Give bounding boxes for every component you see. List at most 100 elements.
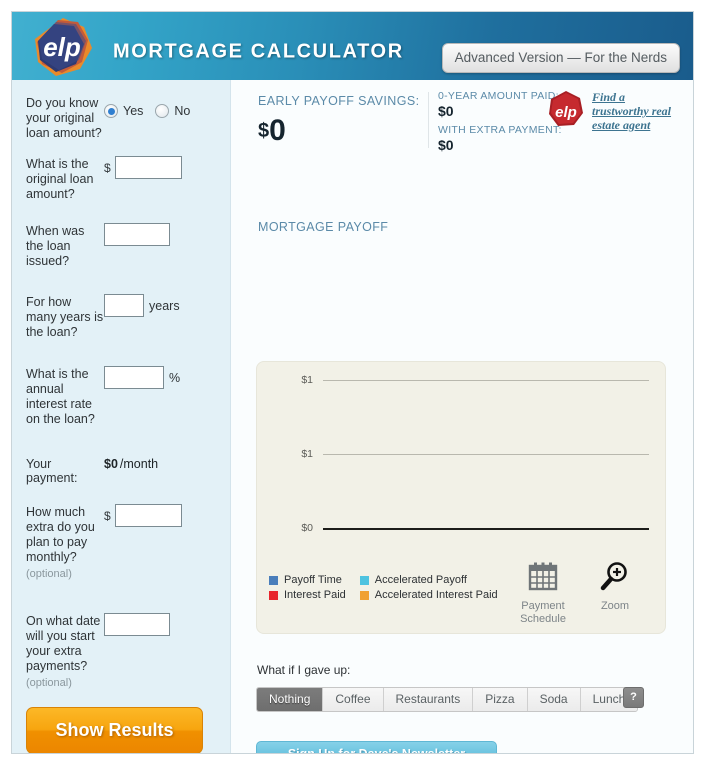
chart-actions: Payment Schedule Zoom (507, 560, 651, 626)
optional-note: (optional) (26, 677, 72, 689)
show-results-button[interactable]: Show Results (26, 707, 203, 753)
elp-logo-icon: elp (35, 18, 92, 76)
radio-yes-label: Yes (123, 104, 144, 118)
app-frame: elp MORTGAGE CALCULATOR Advanced Version… (11, 11, 694, 754)
tab-coffee[interactable]: Coffee (323, 688, 384, 711)
field-extra-monthly: How much extra do you plan to pay monthl… (12, 503, 230, 582)
tab-nothing[interactable]: Nothing (257, 688, 324, 711)
field-control (104, 612, 170, 636)
field-label: What is the annual interest rate on the … (26, 367, 95, 426)
years-suffix: years (149, 298, 180, 313)
field-label: What is the original loan amount? (26, 157, 94, 201)
legend-swatch-accelerated-interest (359, 590, 369, 600)
chart-baseline-axis (323, 528, 649, 530)
help-button[interactable]: ? (623, 687, 644, 708)
legend-item: Accelerated Payoff (359, 574, 498, 586)
action-label-line2: Schedule (520, 613, 566, 625)
action-label-line1: Zoom (600, 600, 630, 612)
y-tick-label: $1 (301, 448, 313, 460)
legend-swatch-payoff-time (269, 575, 278, 585)
field-label: How much extra do you plan to pay monthl… (26, 503, 104, 582)
legend-swatch-accelerated-payoff (359, 575, 369, 585)
legend-item: Interest Paid (269, 589, 346, 601)
body-split: Do you know your original loan amount? Y… (12, 80, 693, 753)
field-control (104, 222, 170, 246)
early-payoff-amount: 0 (269, 114, 286, 147)
radio-no[interactable] (155, 104, 170, 118)
find-agent-link[interactable]: Find a trustworthy real estate agent (592, 90, 672, 132)
mortgage-payoff-chart: $1 $1 $0 Payoff Time Interest Paid Accel… (256, 361, 666, 634)
extra-start-date-input[interactable] (104, 613, 170, 636)
amount-paid-block: 0-YEAR AMOUNT PAID: $0 WITH EXTRA PAYMEN… (438, 90, 562, 158)
svg-text:elp: elp (555, 104, 577, 121)
y-tick-label: $0 (301, 522, 313, 534)
svg-text:elp: elp (43, 32, 81, 62)
legend-column-left: Payoff Time Interest Paid (269, 574, 346, 604)
chart-title: MORTGAGE PAYOFF (258, 220, 389, 234)
legend-item: Payoff Time (269, 574, 346, 586)
field-original-loan-amount: What is the original loan amount? $ (12, 155, 230, 202)
chart-plot-area: $1 $1 $0 (277, 370, 655, 542)
percent-suffix: % (169, 370, 181, 385)
radio-yes[interactable] (104, 104, 118, 118)
zoom-label: Zoom (579, 600, 651, 613)
action-label-line1: Payment (521, 600, 565, 612)
early-payoff-value: $0 (258, 116, 438, 146)
interest-rate-input[interactable] (104, 366, 164, 389)
results-header: EARLY PAYOFF SAVINGS: $0 0-YEAR AMOUNT P… (231, 80, 693, 186)
results-divider (428, 92, 429, 148)
legend-label: Accelerated Interest Paid (374, 589, 498, 601)
field-know-loan-amount: Do you know your original loan amount? Y… (12, 94, 230, 141)
extra-monthly-input[interactable] (114, 504, 182, 527)
with-extra-value: $0 (438, 137, 454, 153)
gave-up-tabs: Nothing Coffee Restaurants Pizza Soda Lu… (256, 687, 639, 712)
tab-pizza[interactable]: Pizza (473, 688, 528, 711)
field-control: $ (104, 503, 182, 527)
field-label: On what date will you start your extra p… (26, 612, 104, 691)
zoom-in-icon (579, 560, 651, 598)
field-extra-start-date: On what date will you start your extra p… (12, 612, 230, 691)
legend-label: Interest Paid (284, 589, 346, 601)
legend-label: Accelerated Payoff (374, 574, 467, 586)
field-loan-years: For how many years is the loan? years (12, 293, 230, 340)
elp-badge-icon: elp (549, 91, 583, 126)
with-extra-label: WITH EXTRA PAYMENT: (438, 124, 562, 136)
legend-item: Accelerated Interest Paid (359, 589, 498, 601)
zoom-button[interactable]: Zoom (579, 560, 651, 613)
amount-paid-value: $0 (438, 103, 454, 119)
y-tick-label: $1 (301, 374, 313, 386)
early-payoff-label: EARLY PAYOFF SAVINGS: (258, 94, 420, 108)
mortgage-calculator-app: elp MORTGAGE CALCULATOR Advanced Version… (0, 0, 705, 765)
field-loan-issued-date: When was the loan issued? (12, 222, 230, 269)
loan-issued-date-input[interactable] (104, 223, 170, 246)
field-label: Do you know your original loan amount? (26, 96, 102, 140)
payment-schedule-button[interactable]: Payment Schedule (507, 560, 579, 626)
original-loan-amount-input[interactable] (114, 156, 182, 179)
advanced-version-button[interactable]: Advanced Version — For the Nerds (441, 43, 680, 73)
dollar-prefix: $ (104, 160, 111, 175)
loan-years-input[interactable] (104, 294, 144, 317)
tab-soda[interactable]: Soda (527, 688, 581, 711)
elp-agent-promo[interactable]: elp Find a trustworthy real estate agent (547, 90, 672, 132)
calendar-icon (507, 560, 579, 598)
optional-note: (optional) (26, 568, 72, 580)
early-payoff-block: EARLY PAYOFF SAVINGS: $0 (258, 94, 438, 146)
elp-logo[interactable]: elp (32, 16, 106, 80)
dollar-prefix: $ (104, 508, 111, 523)
chart-legend: Payoff Time Interest Paid Accelerated Pa… (269, 574, 512, 604)
field-control: $ (104, 155, 182, 179)
legend-column-right: Accelerated Payoff Accelerated Interest … (359, 574, 498, 604)
input-sidebar: Do you know your original loan amount? Y… (12, 80, 231, 753)
newsletter-signup-button[interactable]: Sign Up for Dave's Newsletter (256, 741, 497, 753)
legend-label: Payoff Time (284, 574, 342, 586)
page-title: MORTGAGE CALCULATOR (113, 40, 404, 63)
your-payment-unit: /month (119, 457, 159, 471)
gridline (323, 454, 649, 455)
field-control: % (104, 365, 180, 389)
legend-swatch-interest-paid (269, 590, 278, 600)
field-label-text: How much extra do you plan to pay monthl… (26, 505, 95, 564)
radio-no-label: No (174, 104, 191, 118)
currency-symbol: $ (258, 120, 270, 142)
tab-restaurants[interactable]: Restaurants (383, 688, 474, 711)
your-payment-value: $0 (104, 457, 118, 471)
